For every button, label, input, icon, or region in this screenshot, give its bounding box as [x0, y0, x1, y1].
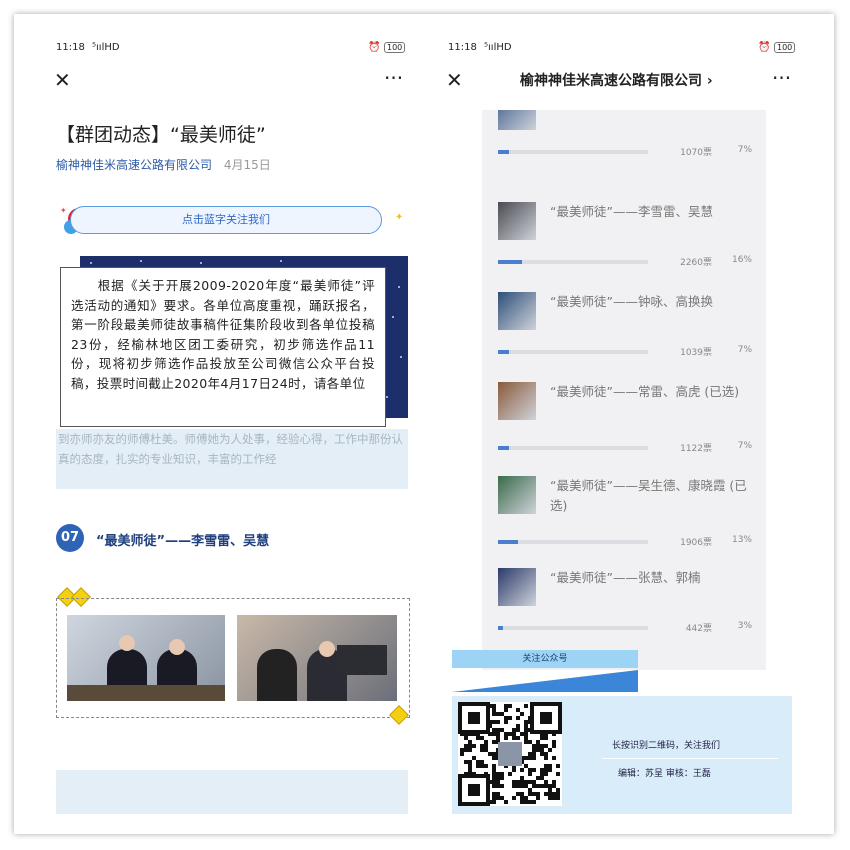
vote-progress-bar: [498, 350, 648, 354]
qr-code[interactable]: [458, 702, 562, 806]
follow-us-banner[interactable]: 点击蓝字关注我们: [70, 206, 382, 234]
poll-list: “最美师徒”——杜美、李雪雷 1070票 7% “最美师徒”——李雪雷、吴慧 2260票…: [482, 110, 766, 670]
signal-icon: ⁵ıılHD: [484, 42, 512, 53]
vote-percent: 3%: [737, 621, 752, 631]
signal-icon: ⁵ıılHD: [92, 42, 120, 53]
close-button[interactable]: ✕: [54, 70, 71, 90]
vote-progress-bar: [498, 626, 648, 630]
status-time: 11:18: [56, 42, 85, 53]
photo-office-right[interactable]: [237, 615, 397, 701]
vote-progress-fill: [498, 150, 509, 154]
poll-thumbnail: [498, 568, 536, 606]
vote-progress-fill: [498, 626, 503, 630]
decorative-band: [452, 670, 638, 692]
vote-progress-bar: [498, 540, 648, 544]
photo-frame: [56, 598, 410, 718]
vote-progress-fill: [498, 540, 518, 544]
poll-thumbnail: [498, 110, 536, 130]
vote-percent: 7%: [737, 345, 752, 355]
poll-option-label: “最美师徒”——李雪雷、吴慧: [550, 204, 713, 219]
article-body-card: 根据《关于开展2009-2020年度“最美师徒”评选活动的通知》要求。各单位高度…: [60, 267, 386, 427]
poll-option-label: “最美师徒”——张慧、郭楠: [550, 570, 701, 585]
more-button[interactable]: ···: [772, 68, 791, 88]
account-title-link[interactable]: 榆神神佳米高速公路有限公司 ›: [520, 70, 713, 90]
qr-caption: 长按识别二维码，关注我们: [612, 741, 721, 751]
article-title: 【群团动态】“最美师徒”: [56, 124, 266, 146]
sparkle-icon: ✦: [60, 206, 67, 215]
nav-bar: ✕ 榆神神佳米高速公路有限公司 › ···: [432, 68, 812, 96]
account-link[interactable]: 榆神神佳米高速公路有限公司: [56, 158, 212, 172]
poll-option-label: “最美师徒”——钟咏、高换换: [550, 294, 713, 309]
poll-option-label: “最美师徒”——杜美、李雪雷: [550, 110, 750, 112]
editor-credits: 编辑：苏呈 审核：王磊: [618, 769, 711, 779]
poll-thumbnail: [498, 476, 536, 514]
section-number-badge: 07: [56, 524, 84, 552]
vote-percent: 7%: [737, 441, 752, 451]
poll-thumbnail: [498, 382, 536, 420]
vote-count: 1906票: [680, 538, 712, 548]
divider: [602, 758, 778, 759]
poll-option-label: “最美师徒”——吴生德、康晓霞 (已选): [550, 478, 747, 513]
bottom-panel: [56, 770, 408, 814]
more-button[interactable]: ···: [384, 68, 403, 88]
alarm-icon: ⏰: [758, 42, 771, 53]
right-phone-screen: 11:18 ⁵ıılHD ⏰ 100 ✕ 榆神神佳米高速公路有限公司 › ···…: [432, 24, 812, 814]
article-meta: 榆神神佳米高速公路有限公司 4月15日: [56, 156, 271, 173]
vote-progress-bar: [498, 446, 648, 450]
nav-bar: ✕ ···: [40, 68, 422, 96]
sparkle-icon: ✦: [395, 212, 404, 223]
close-button[interactable]: ✕: [446, 70, 463, 90]
status-time: 11:18: [448, 42, 477, 53]
photo-office-left[interactable]: [67, 615, 225, 701]
poll-option[interactable]: “最美师徒”——常雷、高虎 (已选) 1122票 7%: [498, 382, 754, 472]
follow-account-tag: 关注公众号: [452, 650, 638, 668]
vote-count: 1122票: [680, 444, 712, 454]
poll-option[interactable]: “最美师徒”——杜美、李雪雷 1070票 7%: [498, 110, 754, 182]
poll-option[interactable]: “最美师徒”——钟咏、高换换 1039票 7%: [498, 292, 754, 382]
poll-option[interactable]: “最美师徒”——吴生德、康晓霞 (已选) 1906票 13%: [498, 476, 754, 566]
vote-count: 442票: [685, 624, 712, 634]
article-body-text: 根据《关于开展2009-2020年度“最美师徒”评选活动的通知》要求。各单位高度…: [71, 278, 375, 391]
battery-icon: 100: [774, 42, 796, 53]
vote-progress-bar: [498, 150, 648, 154]
vote-progress-fill: [498, 260, 522, 264]
status-right: ⏰ 100: [758, 42, 796, 53]
faded-text-block: 到亦师亦友的师傅杜美。师傅她为人处事，经验心得，工作中那份认真的态度，扎实的专业…: [56, 429, 408, 489]
qr-code-image: [458, 702, 562, 806]
poll-option-label: “最美师徒”——常雷、高虎 (已选): [550, 384, 740, 399]
vote-count: 2260票: [680, 258, 712, 268]
section-title: “最美师徒”——李雪雷、吴慧: [96, 534, 270, 549]
vote-progress-fill: [498, 446, 509, 450]
poll-thumbnail: [498, 292, 536, 330]
poll-option[interactable]: “最美师徒”——李雪雷、吴慧 2260票 16%: [498, 202, 754, 292]
status-bar: 11:18 ⁵ıılHD: [56, 42, 120, 53]
vote-progress-bar: [498, 260, 648, 264]
vote-progress-fill: [498, 350, 509, 354]
vote-count: 1070票: [680, 148, 712, 158]
poll-thumbnail: [498, 202, 536, 240]
vote-percent: 7%: [737, 145, 752, 155]
left-phone-screen: 11:18 ⁵ıılHD ⏰ 100 ✕ ··· 【群团动态】“最美师徒” 榆神…: [40, 24, 422, 814]
status-bar: 11:18 ⁵ıılHD: [448, 42, 512, 53]
vote-count: 1039票: [680, 348, 712, 358]
poll-option[interactable]: “最美师徒”——张慧、郭楠 442票 3%: [498, 568, 754, 658]
vote-percent: 13%: [731, 535, 752, 545]
vote-percent: 16%: [731, 255, 752, 265]
alarm-icon: ⏰: [368, 42, 381, 53]
battery-icon: 100: [384, 42, 406, 53]
publish-date: 4月15日: [223, 158, 271, 172]
status-right: ⏰ 100: [368, 42, 406, 53]
qr-panel: 长按识别二维码，关注我们 编辑：苏呈 审核：王磊: [452, 696, 792, 814]
